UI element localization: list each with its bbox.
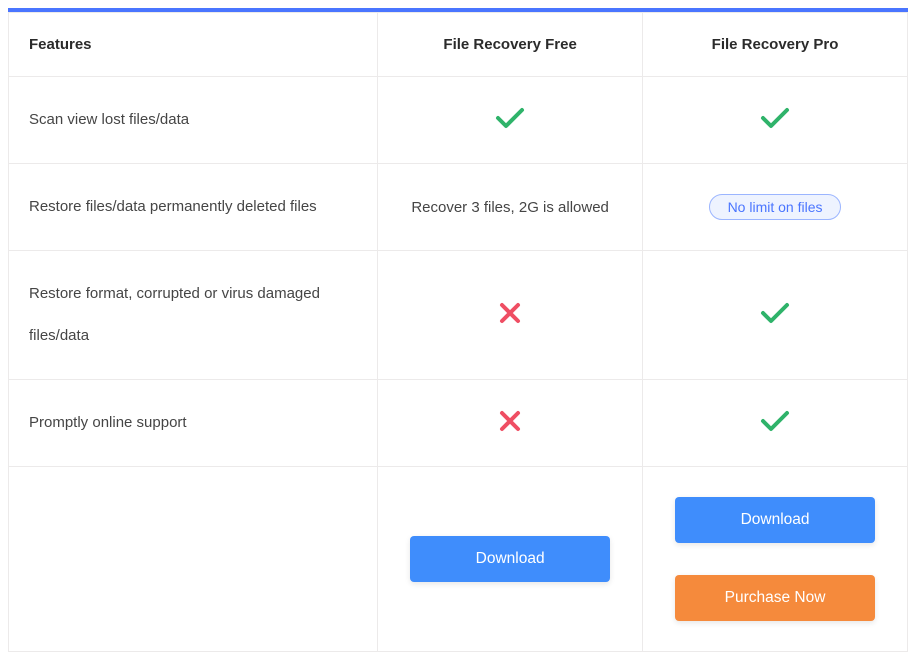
table-row: Restore files/data permanently deleted f… — [9, 164, 908, 251]
feature-name: Restore files/data permanently deleted f… — [9, 164, 378, 251]
feature-name: Promptly online support — [9, 380, 378, 467]
header-features: Features — [9, 13, 378, 77]
cell-pro — [643, 77, 908, 164]
actions-empty — [9, 467, 378, 652]
download-free-button[interactable]: Download — [410, 536, 610, 582]
comparison-table: Features File Recovery Free File Recover… — [8, 8, 908, 652]
cell-pro: No limit on files — [643, 164, 908, 251]
feature-name: Restore format, corrupted or virus damag… — [9, 251, 378, 380]
table-row: Scan view lost files/data — [9, 77, 908, 164]
table-row: Promptly online support — [9, 380, 908, 467]
cross-icon — [499, 410, 521, 432]
actions-pro: Download Purchase Now — [643, 467, 908, 652]
download-pro-button[interactable]: Download — [675, 497, 875, 543]
cell-free: Recover 3 files, 2G is allowed — [378, 164, 643, 251]
header-free: File Recovery Free — [378, 13, 643, 77]
purchase-button[interactable]: Purchase Now — [675, 575, 875, 621]
actions-free: Download — [378, 467, 643, 652]
limit-badge: No limit on files — [709, 194, 842, 220]
check-icon — [760, 410, 790, 432]
cell-free — [378, 380, 643, 467]
cell-pro — [643, 251, 908, 380]
feature-name: Scan view lost files/data — [9, 77, 378, 164]
table-row: Restore format, corrupted or virus damag… — [9, 251, 908, 380]
check-icon — [760, 302, 790, 324]
cell-free — [378, 77, 643, 164]
check-icon — [760, 107, 790, 129]
header-pro: File Recovery Pro — [643, 13, 908, 77]
cross-icon — [499, 302, 521, 324]
cell-text: Recover 3 files, 2G is allowed — [411, 199, 609, 216]
cell-pro — [643, 380, 908, 467]
check-icon — [495, 107, 525, 129]
cell-free — [378, 251, 643, 380]
